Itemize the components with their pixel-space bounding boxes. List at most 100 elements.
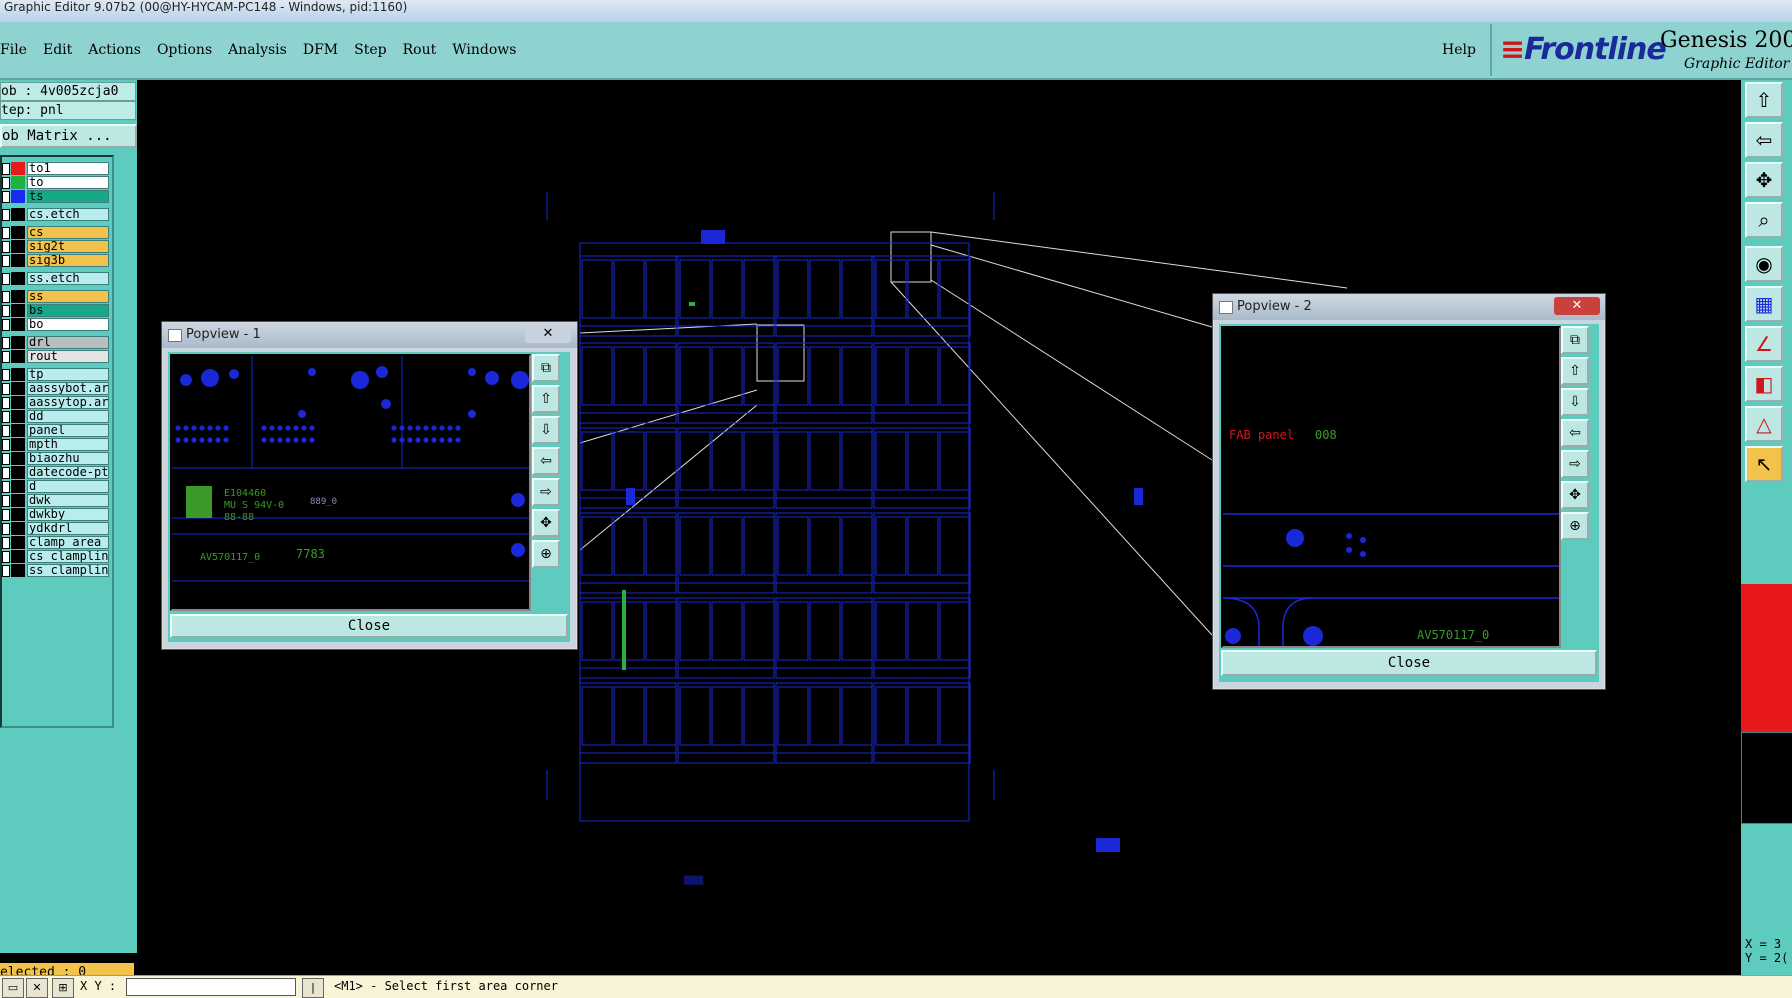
layer-row[interactable]: clamp_area xyxy=(2,536,110,549)
job-matrix-button[interactable]: ob Matrix ... xyxy=(0,124,137,148)
close-icon[interactable]: ✕ xyxy=(525,325,571,343)
layer-checkbox[interactable] xyxy=(2,453,10,465)
menu-file[interactable]: File xyxy=(0,42,35,58)
layer-checkbox[interactable] xyxy=(2,439,10,451)
zoom-out-icon[interactable]: ⇩ xyxy=(532,416,560,444)
layer-checkbox[interactable] xyxy=(2,227,10,239)
zoom-fit-icon[interactable]: ✥ xyxy=(1745,162,1783,198)
layer-checkbox[interactable] xyxy=(2,383,10,395)
draw-icon[interactable]: ∠ xyxy=(1745,326,1783,362)
select-icon[interactable]: ◧ xyxy=(1745,366,1783,402)
measure-icon[interactable]: ▦ xyxy=(1745,286,1783,322)
cancel-icon[interactable]: ✕ xyxy=(26,978,48,998)
layer-row[interactable]: cs xyxy=(2,226,110,239)
mode-icon[interactable]: ▭ xyxy=(2,978,24,998)
layer-row[interactable]: dd xyxy=(2,410,110,423)
layer-checkbox[interactable] xyxy=(2,537,10,549)
layer-checkbox[interactable] xyxy=(2,495,10,507)
layer-row[interactable]: bo xyxy=(2,318,110,331)
pan-right-icon[interactable]: ⇨ xyxy=(532,478,560,506)
zoom-back-icon[interactable]: ⇦ xyxy=(1745,122,1783,158)
layer-row[interactable]: bs xyxy=(2,304,110,317)
pan-right-icon[interactable]: ⇨ xyxy=(1561,450,1589,478)
layer-checkbox[interactable] xyxy=(2,467,10,479)
layer-checkbox[interactable] xyxy=(2,191,10,203)
pan-left-icon[interactable]: ⇦ xyxy=(1561,419,1589,447)
layer-checkbox[interactable] xyxy=(2,411,10,423)
menu-windows[interactable]: Windows xyxy=(444,42,524,58)
layer-checkbox[interactable] xyxy=(2,319,10,331)
layer-row[interactable]: ts xyxy=(2,190,110,203)
center-icon[interactable]: ⊕ xyxy=(1561,512,1589,540)
menu-options[interactable]: Options xyxy=(149,42,220,58)
zoom-in-icon[interactable]: ⇧ xyxy=(1561,357,1589,385)
popview-1-view[interactable]: E104460 MU S 94V-0 88-88 889_0 AV570117_… xyxy=(170,354,531,611)
layer-checkbox[interactable] xyxy=(2,305,10,317)
menu-edit[interactable]: Edit xyxy=(35,42,80,58)
layer-row[interactable]: sig2t xyxy=(2,240,110,253)
layer-checkbox[interactable] xyxy=(2,397,10,409)
layer-row[interactable]: aassybot.art xyxy=(2,382,110,395)
menu-dfm[interactable]: DFM xyxy=(295,42,346,58)
center-icon[interactable]: ⊕ xyxy=(532,540,560,568)
layer-row[interactable]: ss xyxy=(2,290,110,303)
layer-row[interactable]: mpth xyxy=(2,438,110,451)
layer-row[interactable]: sig3b xyxy=(2,254,110,267)
layer-row[interactable]: cs.etch xyxy=(2,208,110,221)
layer-checkbox[interactable] xyxy=(2,481,10,493)
layer-checkbox[interactable] xyxy=(2,337,10,349)
menu-analysis[interactable]: Analysis xyxy=(220,42,295,58)
layer-checkbox[interactable] xyxy=(2,177,10,189)
layer-thumbnail[interactable] xyxy=(1741,584,1792,732)
layer-checkbox[interactable] xyxy=(2,551,10,563)
layer-row[interactable]: rout xyxy=(2,350,110,363)
layer-row[interactable]: datecode-pto xyxy=(2,466,110,479)
layer-row[interactable]: tp xyxy=(2,368,110,381)
layer-checkbox[interactable] xyxy=(2,241,10,253)
layer-row[interactable]: aassytop.art xyxy=(2,396,110,409)
popview-2-close-button[interactable]: Close xyxy=(1221,650,1597,676)
zoom-home-icon[interactable]: ⇧ xyxy=(1745,82,1783,118)
layer-checkbox[interactable] xyxy=(2,209,10,221)
popview-1-close-button[interactable]: Close xyxy=(170,614,568,638)
layer-checkbox[interactable] xyxy=(2,369,10,381)
layer-row[interactable]: dwkby xyxy=(2,508,110,521)
xy-input[interactable] xyxy=(126,978,296,996)
overview-area[interactable] xyxy=(1741,732,1792,824)
layer-row[interactable]: panel xyxy=(2,424,110,437)
layer-checkbox[interactable] xyxy=(2,523,10,535)
layer-row[interactable]: to xyxy=(2,176,110,189)
layer-row[interactable]: drl xyxy=(2,336,110,349)
menu-actions[interactable]: Actions xyxy=(80,42,149,58)
layer-row[interactable]: d xyxy=(2,480,110,493)
layer-row[interactable]: ss.etch xyxy=(2,272,110,285)
fit-icon[interactable]: ⧉ xyxy=(532,354,560,382)
layer-checkbox[interactable] xyxy=(2,291,10,303)
pan-left-icon[interactable]: ⇦ xyxy=(532,447,560,475)
snap-icon[interactable]: ◉ xyxy=(1745,246,1783,282)
layer-checkbox[interactable] xyxy=(2,425,10,437)
pointer-icon[interactable]: ↖ xyxy=(1745,446,1783,482)
layer-row[interactable]: biaozhu xyxy=(2,452,110,465)
layer-checkbox[interactable] xyxy=(2,565,10,577)
expand-icon[interactable]: ✥ xyxy=(532,509,560,537)
layer-checkbox[interactable] xyxy=(2,163,10,175)
stop-icon[interactable]: | xyxy=(302,978,324,998)
zoom-in-icon[interactable]: ⇧ xyxy=(532,385,560,413)
layer-checkbox[interactable] xyxy=(2,351,10,363)
grid-icon[interactable]: ⊞ xyxy=(52,978,74,998)
layer-checkbox[interactable] xyxy=(2,255,10,267)
fit-icon[interactable]: ⧉ xyxy=(1561,326,1589,354)
close-icon[interactable]: ✕ xyxy=(1554,297,1600,315)
menu-rout[interactable]: Rout xyxy=(395,42,445,58)
triangle-icon[interactable]: △ xyxy=(1745,406,1783,442)
layer-row[interactable]: ydkdrl xyxy=(2,522,110,535)
menu-help[interactable]: Help xyxy=(1442,42,1476,58)
layer-row[interactable]: cs_clampline xyxy=(2,550,110,563)
layer-row[interactable]: to1 xyxy=(2,162,110,175)
expand-icon[interactable]: ✥ xyxy=(1561,481,1589,509)
layer-row[interactable]: ss_clampline xyxy=(2,564,110,577)
popview-2-view[interactable]: FAB panel 008 AV570117_0 xyxy=(1221,326,1561,648)
zoom-tool-icon[interactable]: ⌕ xyxy=(1745,202,1783,238)
layer-checkbox[interactable] xyxy=(2,509,10,521)
